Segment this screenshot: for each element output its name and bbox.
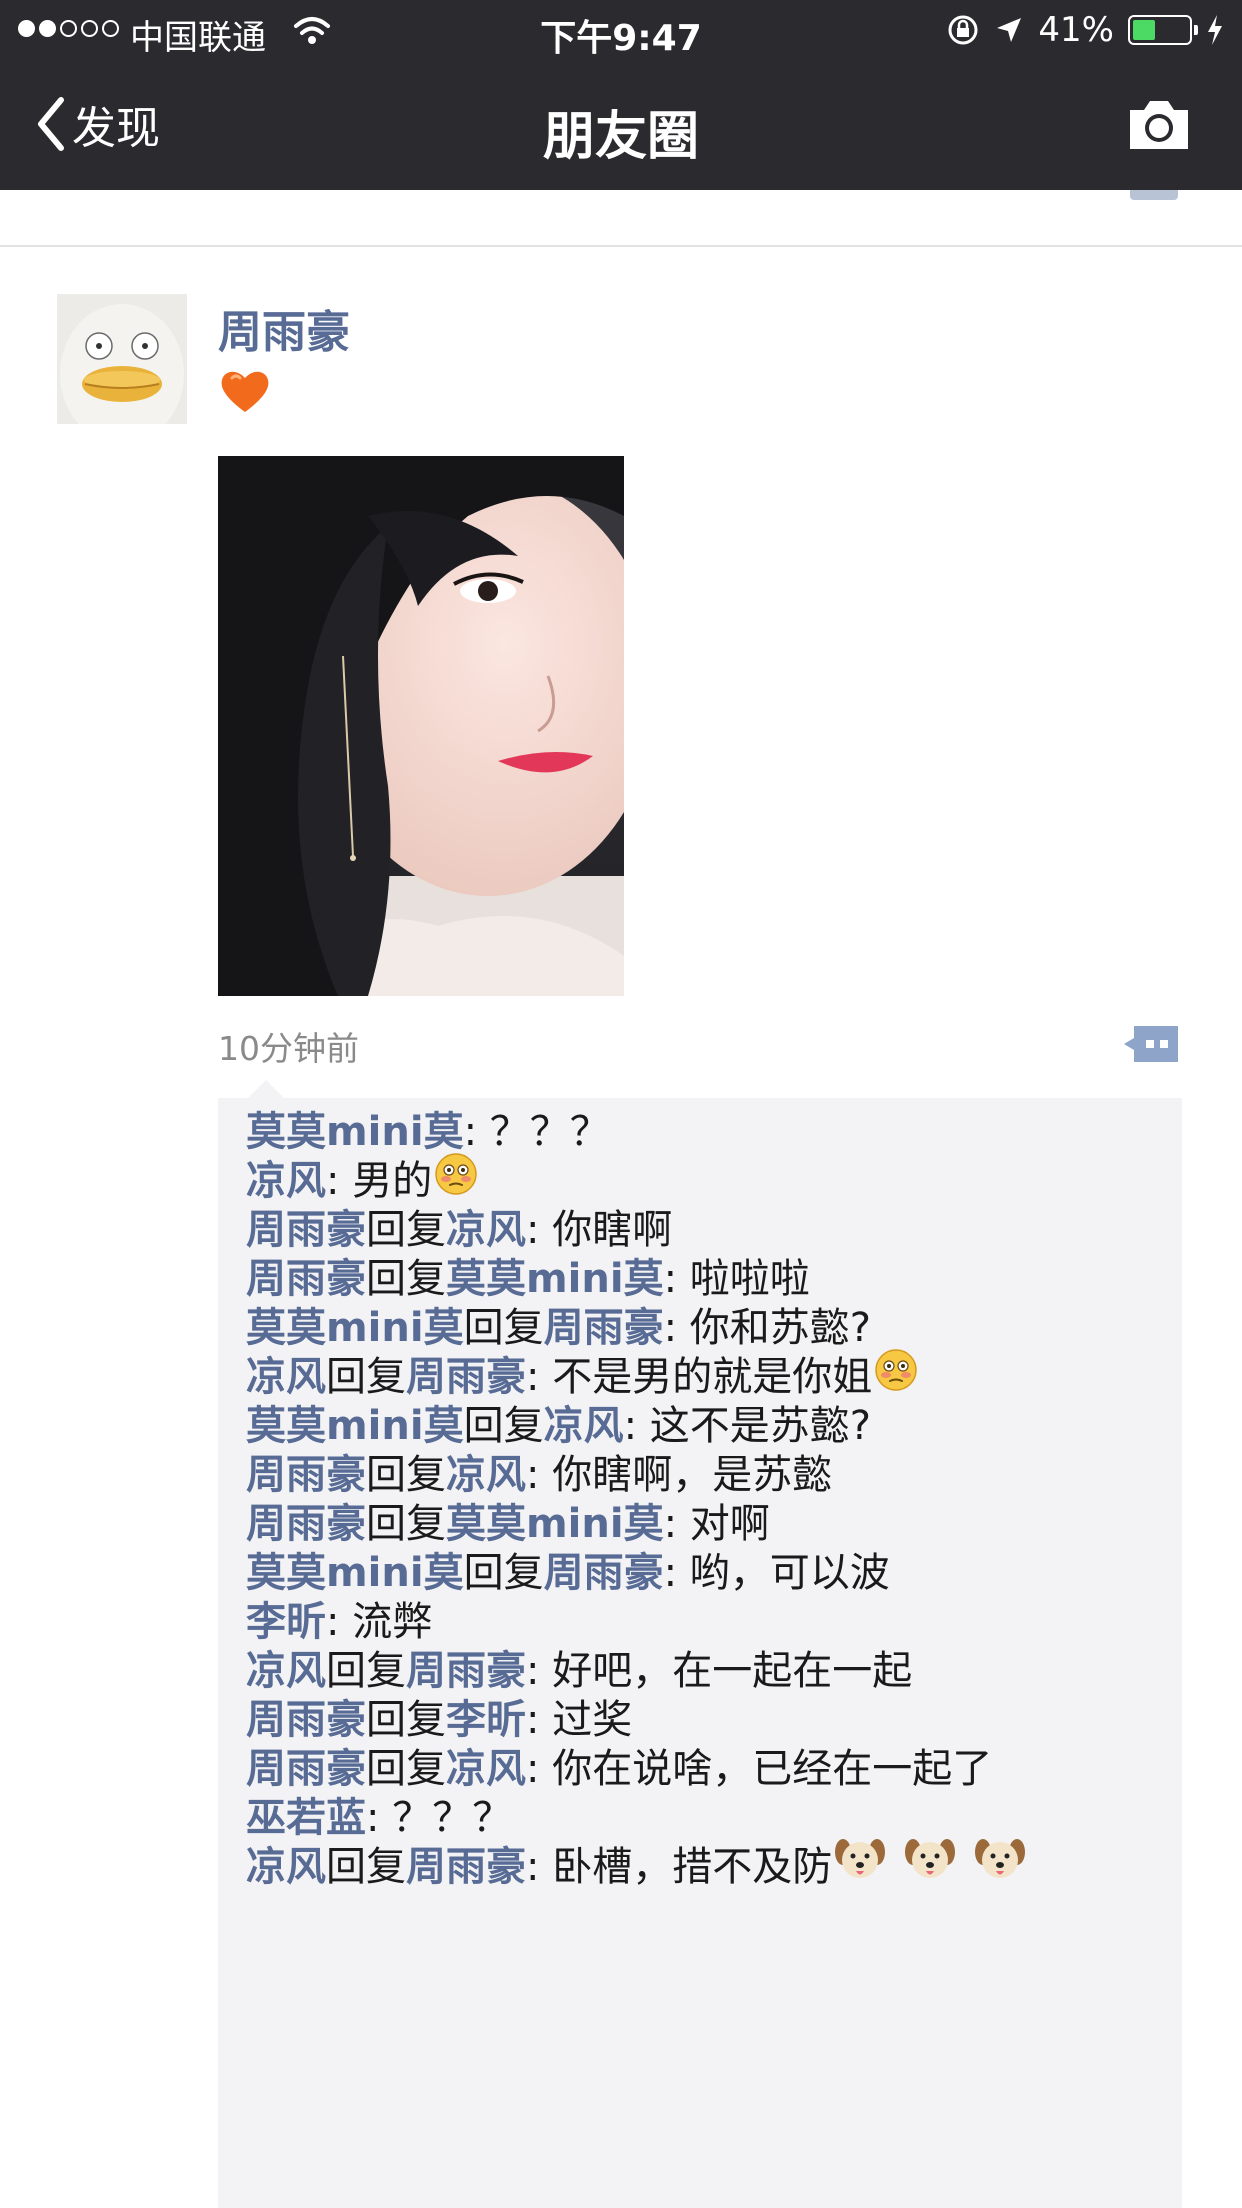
battery-icon <box>1128 15 1198 45</box>
battery-percent: 41% <box>1038 10 1114 50</box>
camera-icon[interactable] <box>1126 98 1192 152</box>
post-timestamp: 10分钟前 <box>218 1029 359 1068</box>
post-photo[interactable] <box>218 456 624 996</box>
charging-bolt-icon <box>1208 15 1222 45</box>
comment-action-icon[interactable] <box>1122 1022 1182 1066</box>
top-bar: 中国联通 下午9:47 41% 发现 朋友圈 <box>0 0 1242 190</box>
comment-separator: : <box>663 1550 690 1596</box>
dog-face-emoji-icon <box>904 1835 956 1903</box>
rotation-lock-icon <box>948 15 978 45</box>
comment-text: ？？？ <box>489 1109 610 1155</box>
comment-text: 哟，可以波 <box>689 1550 890 1596</box>
duck-avatar-icon <box>57 294 187 424</box>
location-arrow-icon <box>997 18 1022 42</box>
navigation-bar: 发现 朋友圈 <box>0 62 1242 190</box>
previous-post-comment-button[interactable] <box>1130 190 1178 200</box>
reply-target[interactable]: 周雨豪 <box>406 1844 526 1890</box>
avatar[interactable] <box>57 294 187 424</box>
comment-separator: : <box>526 1844 553 1890</box>
comment-author[interactable]: 凉风 <box>246 1844 326 1890</box>
reply-label: 回复 <box>463 1550 544 1596</box>
comment-text: 你在说啥，已经在一起了 <box>552 1746 993 1792</box>
status-indicators: 41% <box>946 10 1224 50</box>
status-bar: 中国联通 下午9:47 41% <box>0 0 1242 62</box>
reply-target[interactable]: 周雨豪 <box>544 1550 664 1596</box>
orange-heart-emoji-icon <box>221 371 269 412</box>
page-title: 朋友圈 <box>542 107 699 167</box>
post-author-name[interactable]: 周雨豪 <box>218 296 350 360</box>
comments-panel: 莫莫mini莫: ？？？ 凉风: 男的 周雨豪回复凉风: 你瞎啊 周雨豪回复莫莫min… <box>218 1098 1182 2208</box>
battery-level <box>1133 20 1156 40</box>
comments-pointer <box>248 1080 284 1098</box>
comment-row[interactable]: 凉风回复周雨豪: 卧槽，措不及防 <box>246 1833 1026 1901</box>
flushed-face-emoji-icon <box>874 1345 918 1413</box>
reply-label: 回复 <box>326 1844 406 1890</box>
dog-face-emoji-icon <box>974 1835 1026 1903</box>
dog-face-emoji-icon <box>834 1835 886 1903</box>
comment-separator: : <box>526 1746 553 1792</box>
selfie-photo-image <box>218 456 624 996</box>
post-divider <box>0 245 1242 247</box>
comment-text: 卧槽，措不及防 <box>552 1844 833 1890</box>
